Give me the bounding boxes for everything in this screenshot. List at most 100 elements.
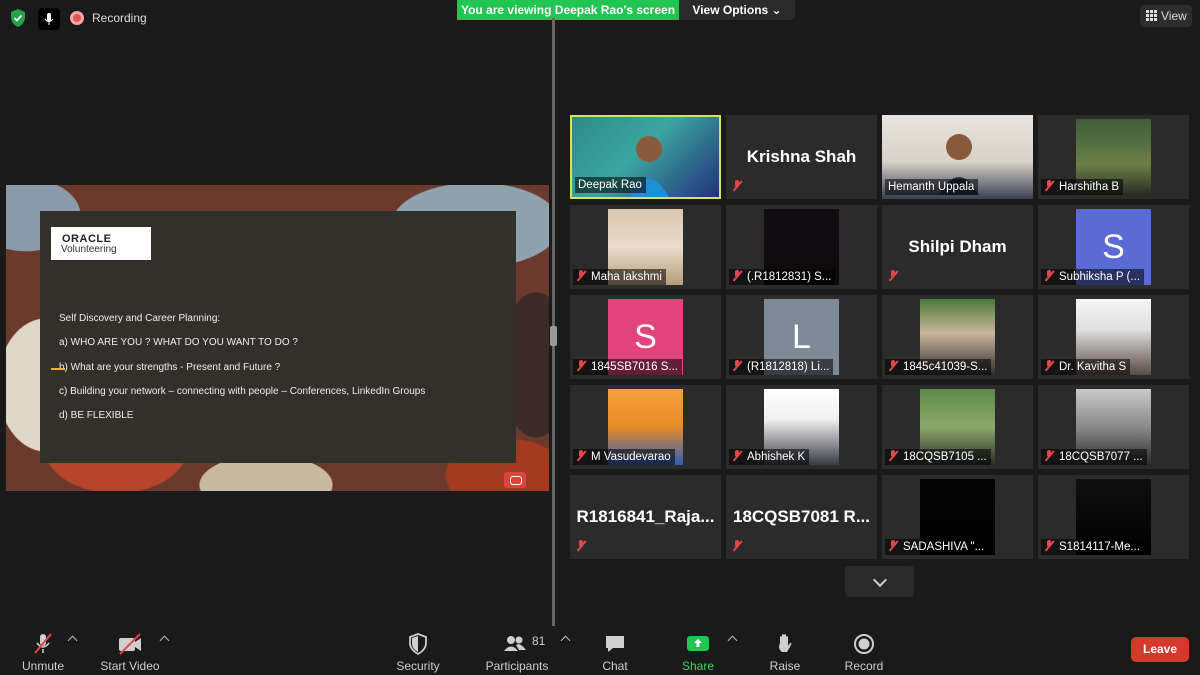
top-bar: Recording You are viewing Deepak Rao's s… bbox=[0, 0, 1200, 36]
divider-handle[interactable] bbox=[550, 326, 557, 346]
laser-pointer bbox=[51, 368, 65, 370]
chat-icon bbox=[606, 636, 624, 652]
unmute-label: Unmute bbox=[21, 659, 65, 673]
mic-muted-icon bbox=[888, 270, 898, 281]
participant-label: 18CQSB7105 ... bbox=[885, 449, 991, 465]
participant-name: M Vasudevarao bbox=[591, 451, 671, 463]
participant-tile[interactable]: S Subhiksha P (... bbox=[1038, 205, 1189, 289]
leave-button[interactable]: Leave bbox=[1131, 637, 1189, 662]
raise-hand-label: Raise Hand bbox=[769, 659, 801, 675]
share-screen-button[interactable]: Share Screen bbox=[662, 626, 734, 675]
participant-label bbox=[729, 179, 751, 195]
slide-title: Self Discovery and Career Planning: bbox=[59, 313, 221, 324]
participant-label: Abhishek K bbox=[729, 449, 810, 465]
security-button[interactable]: Security bbox=[392, 626, 444, 675]
participant-tile[interactable]: Hemanth Uppala bbox=[882, 115, 1033, 199]
participant-tile[interactable]: Krishna Shah bbox=[726, 115, 877, 199]
participant-name: (R1812818) Li... bbox=[747, 361, 830, 373]
shield-icon bbox=[409, 633, 427, 656]
participants-count: 81 bbox=[532, 634, 546, 648]
participant-label: (R1812818) Li... bbox=[729, 359, 834, 375]
view-button-label: View bbox=[1161, 9, 1187, 23]
slide-content: ORACLE Volunteering Self Discovery and C… bbox=[40, 211, 516, 463]
participant-name: Maha lakshmi bbox=[591, 271, 662, 283]
participant-tile[interactable]: M Vasudevarao bbox=[570, 385, 721, 469]
participant-label: S1814117-Me... bbox=[1041, 539, 1144, 555]
unmute-button[interactable]: Unmute bbox=[14, 626, 72, 675]
participant-tile[interactable]: 18CQSB7081 R... bbox=[726, 475, 877, 559]
participant-tile[interactable]: L (R1812818) Li... bbox=[726, 295, 877, 379]
slide-item: b) What are your strengths - Present and… bbox=[59, 362, 281, 373]
record-icon bbox=[854, 634, 874, 654]
grid-icon bbox=[1146, 10, 1157, 21]
mic-muted-icon bbox=[576, 360, 586, 371]
recording-icon bbox=[70, 11, 84, 25]
mic-muted-icon bbox=[888, 450, 898, 461]
meeting-toolbar: Unmute Start Video Security Participants… bbox=[0, 626, 1200, 675]
mic-muted-icon bbox=[1044, 450, 1054, 461]
split-divider[interactable] bbox=[552, 18, 555, 626]
participant-tile[interactable]: S1814117-Me... bbox=[1038, 475, 1189, 559]
record-button[interactable]: Record bbox=[842, 626, 886, 675]
encryption-shield-icon[interactable] bbox=[8, 8, 28, 28]
participants-icon bbox=[504, 636, 526, 651]
participant-tile[interactable]: S 1845SB7016 S... bbox=[570, 295, 721, 379]
participant-tile[interactable]: Deepak Rao bbox=[570, 115, 721, 199]
recording-label: Recording bbox=[92, 11, 147, 25]
start-video-button[interactable]: Start Video bbox=[96, 626, 164, 675]
view-button[interactable]: View bbox=[1140, 5, 1192, 27]
participant-name: Deepak Rao bbox=[578, 179, 642, 191]
participant-tile[interactable]: Harshitha B bbox=[1038, 115, 1189, 199]
participant-label: Hemanth Uppala bbox=[885, 179, 979, 195]
viewing-screen-banner: You are viewing Deepak Rao's screen bbox=[457, 0, 679, 20]
participant-tile[interactable]: (.R1812831) S... bbox=[726, 205, 877, 289]
participant-name: SADASHIVA "... bbox=[903, 541, 985, 553]
mic-muted-icon bbox=[576, 450, 586, 461]
participant-label bbox=[729, 539, 751, 555]
shared-screen[interactable]: ORACLE Volunteering Self Discovery and C… bbox=[6, 185, 549, 491]
participant-tile[interactable]: Abhishek K bbox=[726, 385, 877, 469]
record-label: Record bbox=[844, 659, 884, 673]
participant-tile[interactable]: 1845c41039-S... bbox=[882, 295, 1033, 379]
participant-tile[interactable]: R1816841_Raja... bbox=[570, 475, 721, 559]
participant-label bbox=[885, 269, 907, 285]
chat-button[interactable]: Chat bbox=[594, 626, 636, 675]
participant-label: 1845SB7016 S... bbox=[573, 359, 682, 375]
participant-name: S1814117-Me... bbox=[1059, 541, 1140, 553]
participant-label: Deepak Rao bbox=[575, 177, 646, 193]
mic-muted-icon bbox=[888, 540, 898, 551]
mic-muted-icon bbox=[1044, 540, 1054, 551]
mic-muted-icon bbox=[1044, 180, 1054, 191]
participant-tile[interactable]: Dr. Kavitha S bbox=[1038, 295, 1189, 379]
participant-tile[interactable]: 18CQSB7105 ... bbox=[882, 385, 1033, 469]
participant-tile[interactable]: SADASHIVA "... bbox=[882, 475, 1033, 559]
raise-hand-icon bbox=[779, 634, 792, 652]
participant-label: 18CQSB7077 ... bbox=[1041, 449, 1147, 465]
mic-muted-icon bbox=[576, 270, 586, 281]
participant-name: (.R1812831) S... bbox=[747, 271, 832, 283]
participants-label: Participants bbox=[485, 659, 549, 673]
mic-muted-icon bbox=[732, 450, 742, 461]
share-screen-label: Share Screen bbox=[679, 659, 717, 675]
logo-line2: Volunteering bbox=[61, 244, 117, 255]
participant-tile[interactable]: 18CQSB7077 ... bbox=[1038, 385, 1189, 469]
participant-label: SADASHIVA "... bbox=[885, 539, 989, 555]
mic-muted-icon bbox=[1044, 270, 1054, 281]
gallery-next-page-button[interactable] bbox=[845, 566, 914, 597]
participant-name: Dr. Kavitha S bbox=[1059, 361, 1127, 373]
share-screen-icon bbox=[687, 636, 709, 651]
participant-tile[interactable]: Shilpi Dham bbox=[882, 205, 1033, 289]
participant-label bbox=[573, 539, 595, 555]
participant-name: Abhishek K bbox=[747, 451, 806, 463]
slide-item: a) WHO ARE YOU ? WHAT DO YOU WANT TO DO … bbox=[59, 337, 298, 348]
raise-hand-button[interactable]: Raise Hand bbox=[754, 626, 816, 675]
participants-options-caret-icon[interactable] bbox=[560, 635, 571, 646]
oracle-volunteering-logo: ORACLE Volunteering bbox=[51, 227, 151, 260]
participant-name: 1845SB7016 S... bbox=[591, 361, 678, 373]
participant-tile[interactable]: Maha lakshmi bbox=[570, 205, 721, 289]
video-off-icon bbox=[119, 633, 141, 655]
mic-muted-icon bbox=[732, 180, 742, 191]
view-options-button[interactable]: View Options ⌄ bbox=[679, 0, 795, 20]
participant-label: Dr. Kavitha S bbox=[1041, 359, 1131, 375]
mic-muted-icon bbox=[576, 540, 586, 551]
